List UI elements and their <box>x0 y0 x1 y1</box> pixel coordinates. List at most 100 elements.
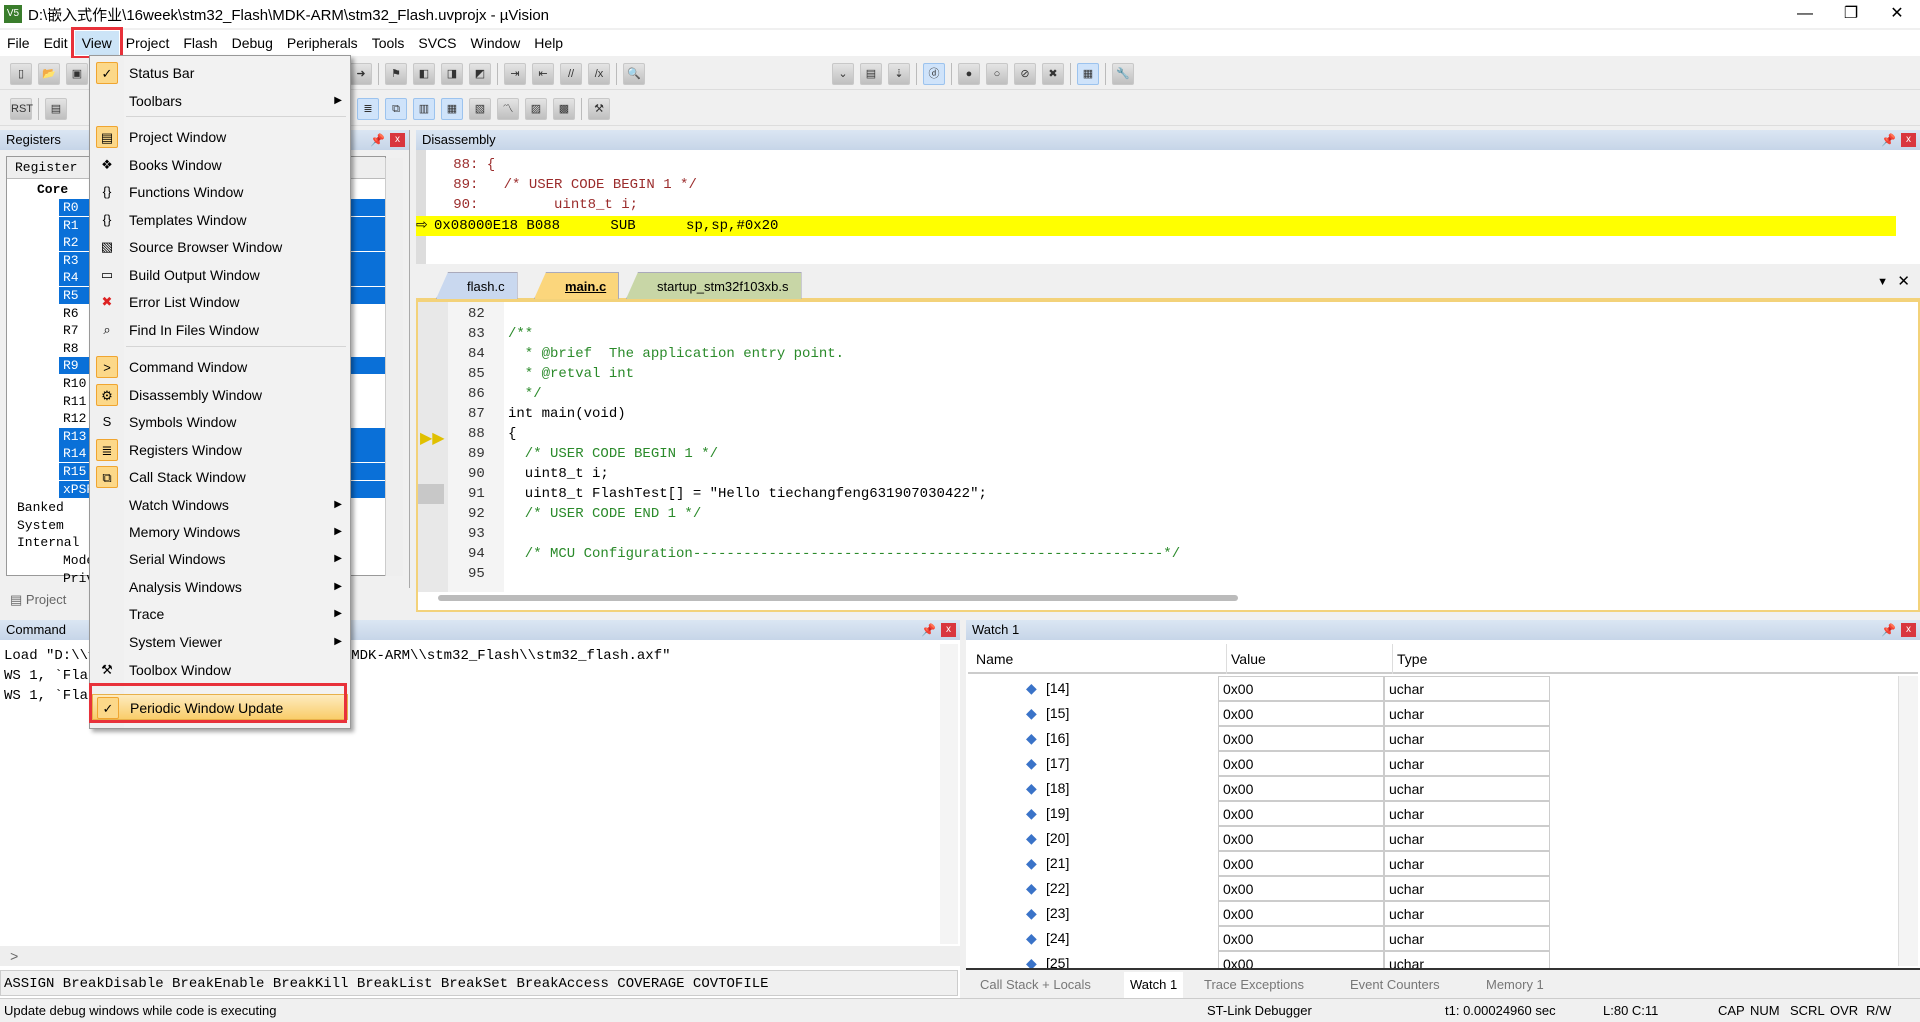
call-stack-window-icon[interactable]: ⧉ <box>385 97 407 120</box>
tree-group-core[interactable]: Core <box>37 181 68 198</box>
menu-item-toolbox-window[interactable]: ⚒ Toolbox Window <box>92 657 348 683</box>
menu-debug[interactable]: Debug <box>225 31 280 55</box>
browse-icon[interactable]: ⇣ <box>888 62 910 85</box>
find-in-files-icon[interactable]: 🔍 <box>623 62 645 85</box>
prev-bookmark-icon[interactable]: ◧ <box>413 62 435 85</box>
breakpoint-icon[interactable]: ● <box>958 62 980 85</box>
watch-row[interactable]: ◆ [16] 0x00 uchar <box>966 726 1896 751</box>
clear-bookmarks-icon[interactable]: ◩ <box>469 62 491 85</box>
open-folder-icon[interactable]: 📂 <box>38 62 60 85</box>
watch-row[interactable]: ◆ [18] 0x00 uchar <box>966 776 1896 801</box>
pin-icon[interactable]: 📌 <box>370 130 385 150</box>
pin-icon[interactable]: 📌 <box>921 620 936 640</box>
tree-group[interactable]: System <box>17 517 64 534</box>
code-line[interactable]: * @brief The application entry point. <box>508 344 844 364</box>
watch-row[interactable]: ◆ [22] 0x00 uchar <box>966 876 1896 901</box>
tree-group[interactable]: Banked <box>17 499 64 516</box>
watch-row[interactable]: ◆ [19] 0x00 uchar <box>966 801 1896 826</box>
close-panel-icon[interactable]: x <box>1901 623 1916 637</box>
next-bookmark-icon[interactable]: ◨ <box>441 62 463 85</box>
registers-window-icon[interactable]: ≣ <box>357 97 379 120</box>
save-icon[interactable]: ▣ <box>66 62 88 85</box>
watch-value[interactable]: 0x00 <box>1218 751 1384 776</box>
window-layout-icon[interactable]: ▦ <box>1077 62 1099 85</box>
pin-icon[interactable]: 📌 <box>1881 130 1896 150</box>
watch-tab[interactable]: Watch 1 <box>1124 972 1184 998</box>
unindent-icon[interactable]: ⇤ <box>532 62 554 85</box>
serial-window-icon[interactable]: ▧ <box>469 97 491 120</box>
command-vscrollbar[interactable] <box>940 644 958 944</box>
column-name[interactable]: Name <box>976 644 1013 674</box>
watch-value[interactable]: 0x00 <box>1218 801 1384 826</box>
watch-tab[interactable]: Event Counters <box>1344 972 1446 998</box>
menu-item-status-bar[interactable]: ✓ Status Bar <box>92 60 348 86</box>
menu-window[interactable]: Window <box>464 31 528 55</box>
menu-item-registers-window[interactable]: ≣ Registers Window <box>92 437 348 463</box>
watch-tab[interactable]: Trace Exceptions <box>1198 972 1310 998</box>
menu-file[interactable]: File <box>0 31 37 55</box>
pin-icon[interactable]: 📌 <box>1881 620 1896 640</box>
indent-icon[interactable]: ⇥ <box>504 62 526 85</box>
close-button[interactable]: ✕ <box>1874 0 1920 28</box>
run-icon[interactable]: ▤ <box>45 97 67 120</box>
menu-item-source-browser-window[interactable]: ▧ Source Browser Window <box>92 234 348 260</box>
watch-row[interactable]: ◆ [21] 0x00 uchar <box>966 851 1896 876</box>
tab-main-c[interactable]: main.c <box>534 272 620 299</box>
memory-window-icon[interactable]: ▦ <box>441 97 463 120</box>
disable-all-breakpoints-icon[interactable]: ⊘ <box>1014 62 1036 85</box>
code-line[interactable]: /* USER CODE END 1 */ <box>508 504 701 524</box>
restore-button[interactable]: ❐ <box>1828 0 1874 28</box>
watch-row[interactable]: ◆ [24] 0x00 uchar <box>966 926 1896 951</box>
menu-item-memory-windows[interactable]: Memory Windows ▶ <box>92 519 348 545</box>
menu-view[interactable]: View <box>70 27 123 59</box>
close-panel-icon[interactable]: x <box>390 133 405 147</box>
watch-value[interactable]: 0x00 <box>1218 876 1384 901</box>
menu-item-project-window[interactable]: ▤ Project Window <box>92 124 348 150</box>
menu-help[interactable]: Help <box>527 31 570 55</box>
menu-item-command-window[interactable]: > Command Window <box>92 354 348 380</box>
watch-value[interactable]: 0x00 <box>1218 826 1384 851</box>
kill-breakpoints-icon[interactable]: ✖ <box>1042 62 1064 85</box>
dropdown-chevron-icon[interactable]: ⌄ <box>832 62 854 85</box>
menu-item-find-in-files-window[interactable]: ⌕ Find In Files Window <box>92 317 348 343</box>
column-type[interactable]: Type <box>1392 644 1427 674</box>
watch-value[interactable]: 0x00 <box>1218 701 1384 726</box>
menu-svcs[interactable]: SVCS <box>411 31 463 55</box>
menu-item-functions-window[interactable]: {} Functions Window <box>92 179 348 205</box>
menu-item-serial-windows[interactable]: Serial Windows ▶ <box>92 546 348 572</box>
code-line[interactable]: { <box>508 424 516 444</box>
configure-icon[interactable]: 🔧 <box>1112 62 1134 85</box>
redo-icon[interactable]: ➜ <box>350 62 372 85</box>
watch-window-icon[interactable]: ▥ <box>413 97 435 120</box>
menu-item-build-output-window[interactable]: ▭ Build Output Window <box>92 262 348 288</box>
system-viewer-icon[interactable]: ▩ <box>553 97 575 120</box>
watch-tab[interactable]: Memory 1 <box>1480 972 1550 998</box>
reset-icon[interactable]: RST <box>10 97 33 120</box>
watch-value[interactable]: 0x00 <box>1218 726 1384 751</box>
watch-value[interactable]: 0x00 <box>1218 851 1384 876</box>
menu-item-templates-window[interactable]: {} Templates Window <box>92 207 348 233</box>
bookmark-icon[interactable]: ⚑ <box>385 62 407 85</box>
watch-value[interactable]: 0x00 <box>1218 901 1384 926</box>
menu-item-call-stack-window[interactable]: ⧉ Call Stack Window <box>92 464 348 490</box>
watch-vscrollbar[interactable] <box>1898 676 1918 966</box>
debug-session-icon[interactable]: ⓓ <box>923 62 945 85</box>
menu-item-watch-windows[interactable]: Watch Windows ▶ <box>92 492 348 518</box>
menu-item-disassembly-window[interactable]: ⚙ Disassembly Window <box>92 382 348 408</box>
comment-icon[interactable]: // <box>560 62 582 85</box>
watch-value[interactable]: 0x00 <box>1218 926 1384 951</box>
menu-item-symbols-window[interactable]: S Symbols Window <box>92 409 348 435</box>
analysis-window-icon[interactable]: 〽 <box>497 97 519 120</box>
watch-row[interactable]: ◆ [17] 0x00 uchar <box>966 751 1896 776</box>
column-value[interactable]: Value <box>1226 644 1266 674</box>
menu-item-system-viewer[interactable]: System Viewer ▶ <box>92 629 348 655</box>
code-editor[interactable]: ▶▶ 82 83 /** 84 * @brief The application en… <box>416 300 1920 612</box>
minimize-button[interactable]: — <box>1782 0 1828 28</box>
menu-item-toolbars[interactable]: Toolbars ▶ <box>92 88 348 114</box>
menu-project[interactable]: Project <box>119 31 177 55</box>
code-line[interactable]: uint8_t FlashTest[] = "Hello tiechangfen… <box>508 484 987 504</box>
code-line[interactable]: /** <box>508 324 533 344</box>
uncomment-icon[interactable]: /x <box>588 62 610 85</box>
watch-row[interactable]: ◆ [15] 0x00 uchar <box>966 701 1896 726</box>
menu-flash[interactable]: Flash <box>176 31 224 55</box>
